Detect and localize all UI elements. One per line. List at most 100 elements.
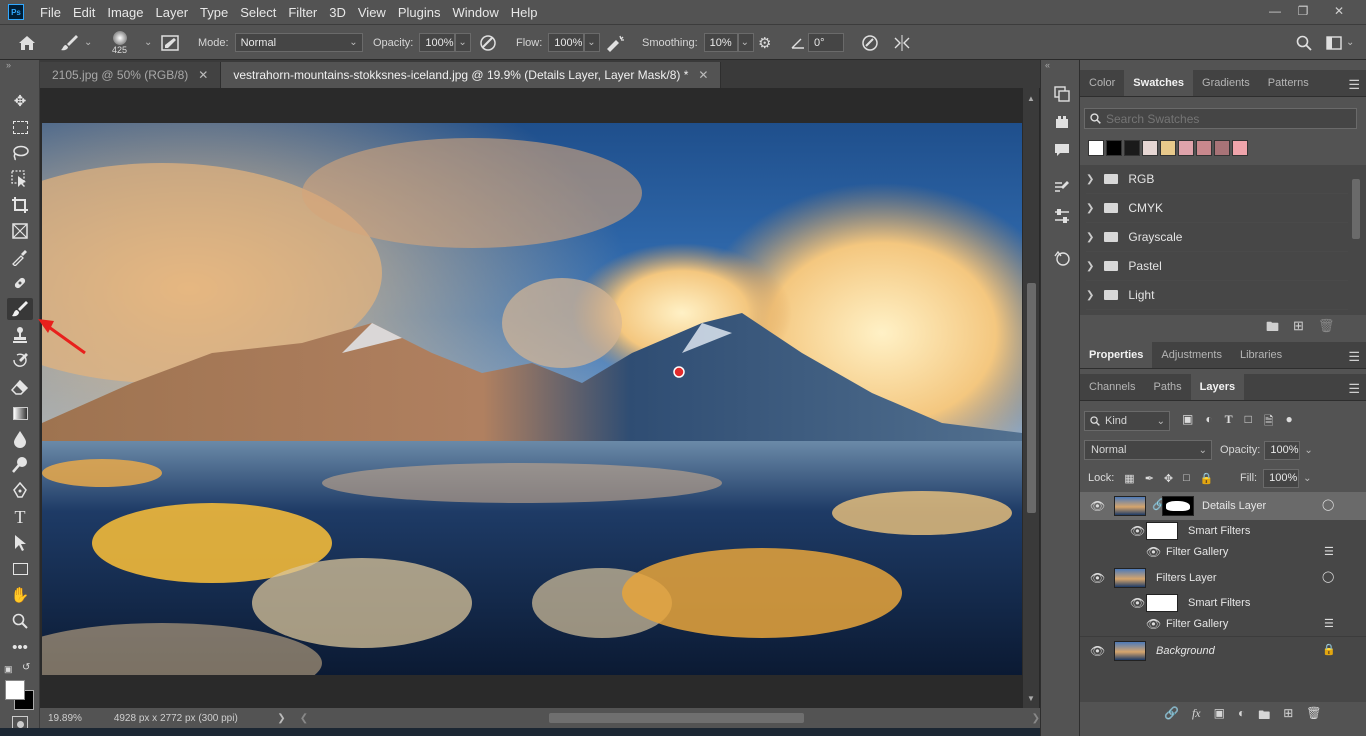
layer-row-filters[interactable]: 👁 Filters Layer ◯ — [1080, 564, 1366, 592]
horizontal-scrollbar-thumb[interactable] — [549, 713, 805, 723]
swatch-chip[interactable] — [1106, 140, 1122, 156]
search-icon[interactable] — [1296, 25, 1312, 60]
canvas-area[interactable] — [40, 88, 1023, 708]
visibility-eye-icon[interactable]: 👁 — [1146, 617, 1161, 631]
workspace-icon[interactable]: ⌄ — [1326, 25, 1354, 60]
layer-filter-kind[interactable]: Kind ⌄ — [1084, 411, 1170, 431]
brush-settings-panel-icon[interactable] — [1051, 178, 1073, 198]
menu-image[interactable]: Image — [101, 5, 149, 20]
layer-row-details[interactable]: 👁 🔗 Details Layer ◯ — [1080, 492, 1366, 520]
smart-filters-row[interactable]: 👁 Smart Filters — [1080, 520, 1366, 542]
tab-gradients[interactable]: Gradients — [1193, 70, 1259, 96]
tab-channels[interactable]: Channels — [1080, 374, 1144, 400]
move-tool-icon[interactable]: ✥ — [7, 90, 33, 112]
lock-transparency-icon[interactable]: ▦ — [1124, 472, 1134, 485]
scroll-left-icon[interactable]: ❮ — [300, 713, 308, 724]
layer-name[interactable]: Details Layer — [1202, 500, 1266, 512]
visibility-eye-icon[interactable]: 👁 — [1130, 596, 1145, 610]
adjustment-layer-icon[interactable]: ◐ — [1238, 706, 1245, 727]
crop-tool-icon[interactable] — [7, 194, 33, 216]
tab-layers[interactable]: Layers — [1190, 374, 1245, 400]
swatch-search-input[interactable] — [1106, 111, 1346, 126]
blend-mode-select[interactable]: Normal ⌄ — [1084, 440, 1212, 460]
panel-menu-icon[interactable]: ☰ — [1348, 77, 1360, 93]
new-group-icon[interactable]: 🖿 — [1258, 706, 1270, 727]
blur-tool-icon[interactable] — [7, 428, 33, 450]
home-icon[interactable] — [18, 25, 36, 60]
object-selection-tool-icon[interactable] — [7, 168, 33, 190]
close-icon[interactable]: ✕ — [698, 68, 708, 82]
collapse-icon[interactable]: « — [1045, 60, 1050, 70]
brush-size-dropdown-icon[interactable]: ⌄ — [144, 37, 152, 48]
lock-pixels-icon[interactable]: ✒ — [1145, 472, 1154, 485]
visibility-eye-icon[interactable]: 👁 — [1130, 524, 1145, 538]
add-mask-icon[interactable]: ▣ — [1214, 706, 1225, 727]
type-tool-icon[interactable]: T — [7, 506, 33, 528]
tab-vestrahorn[interactable]: vestrahorn-mountains-stokksnes-iceland.j… — [221, 62, 722, 88]
default-colors-icon[interactable]: ▣ — [4, 664, 13, 675]
smoothing-dropdown[interactable]: ⌄ — [737, 33, 754, 52]
menu-type[interactable]: Type — [194, 5, 234, 20]
tab-paths[interactable]: Paths — [1144, 374, 1190, 400]
angle-input[interactable]: 0° — [808, 33, 844, 52]
vertical-scrollbar[interactable]: ▲ ▼ — [1023, 88, 1039, 708]
filter-type-icon[interactable]: T — [1225, 412, 1233, 433]
swatch-chip[interactable] — [1142, 140, 1158, 156]
lock-all-icon[interactable]: 🔒 — [1200, 472, 1214, 485]
close-icon[interactable]: ✕ — [198, 68, 208, 82]
pen-tool-icon[interactable] — [7, 480, 33, 502]
layer-style-icon[interactable]: fx — [1192, 706, 1201, 727]
menu-file[interactable]: File — [34, 5, 67, 20]
panel-menu-icon[interactable]: ☰ — [1348, 349, 1360, 365]
foreground-color-swatch[interactable] — [5, 680, 25, 700]
folder-rgb[interactable]: ❯ RGB — [1086, 165, 1348, 194]
collapse-icon[interactable]: » — [6, 60, 11, 70]
rectangle-tool-icon[interactable] — [7, 558, 33, 580]
menu-edit[interactable]: Edit — [67, 5, 101, 20]
delete-icon[interactable]: 🗑 — [1306, 706, 1321, 727]
folder-light[interactable]: ❯ Light — [1086, 281, 1348, 310]
mode-select[interactable]: Normal ⌄ — [234, 33, 363, 52]
eyedropper-tool-icon[interactable] — [7, 246, 33, 268]
brush-preset-icon[interactable]: ⌄ — [60, 25, 92, 60]
swatch-search[interactable] — [1084, 108, 1357, 129]
folder-pastel[interactable]: ❯ Pastel — [1086, 252, 1348, 281]
new-layer-icon[interactable]: ⊞ — [1283, 706, 1293, 727]
brush-angle-icon[interactable] — [790, 25, 806, 60]
filter-toggle-icon[interactable]: ● — [1286, 412, 1293, 433]
filter-blending-options-icon[interactable]: ☰ — [1324, 617, 1334, 630]
menu-layer[interactable]: Layer — [150, 5, 195, 20]
delete-icon[interactable]: 🗑 — [1318, 318, 1335, 340]
tab-2105[interactable]: 2105.jpg @ 50% (RGB/8) ✕ — [40, 62, 222, 88]
panel-menu-icon[interactable]: ☰ — [1348, 381, 1360, 397]
scrollbar-thumb[interactable] — [1027, 283, 1036, 513]
brush-size-picker[interactable]: 425 — [112, 25, 127, 60]
airbrush-icon[interactable] — [604, 25, 626, 60]
flow-input[interactable]: 100% — [548, 33, 585, 52]
swatch-chip[interactable] — [1088, 140, 1104, 156]
menu-view[interactable]: View — [352, 5, 392, 20]
close-icon[interactable]: ✕ — [1322, 0, 1356, 22]
layer-name[interactable]: Background — [1156, 645, 1215, 657]
comments-icon[interactable] — [1051, 140, 1073, 160]
lock-position-icon[interactable]: ✥ — [1164, 472, 1173, 485]
swatch-chip[interactable] — [1178, 140, 1194, 156]
menu-help[interactable]: Help — [505, 5, 544, 20]
dodge-tool-icon[interactable] — [7, 454, 33, 476]
adjustment-sliders-icon[interactable] — [1051, 206, 1073, 226]
menu-filter[interactable]: Filter — [282, 5, 323, 20]
lock-artboard-icon[interactable]: □ — [1183, 472, 1190, 484]
gradient-tool-icon[interactable] — [7, 402, 33, 424]
lasso-tool-icon[interactable] — [7, 142, 33, 164]
menu-plugins[interactable]: Plugins — [392, 5, 447, 20]
filter-gallery-row[interactable]: 👁 Filter Gallery ☰ — [1080, 542, 1366, 562]
swap-colors-icon[interactable]: ↺ — [22, 662, 30, 673]
layer-name[interactable]: Filters Layer — [1156, 572, 1217, 584]
filter-smart-object-icon[interactable]: 🗎 — [1264, 412, 1274, 433]
history-icon[interactable] — [1051, 84, 1073, 104]
filter-adjustment-icon[interactable]: ◐ — [1205, 412, 1212, 433]
zoom-tool-icon[interactable] — [7, 610, 33, 632]
layer-row-background[interactable]: 👁 Background 🔒 — [1080, 636, 1366, 664]
actions-icon[interactable] — [1051, 112, 1073, 132]
swatch-chip[interactable] — [1232, 140, 1248, 156]
